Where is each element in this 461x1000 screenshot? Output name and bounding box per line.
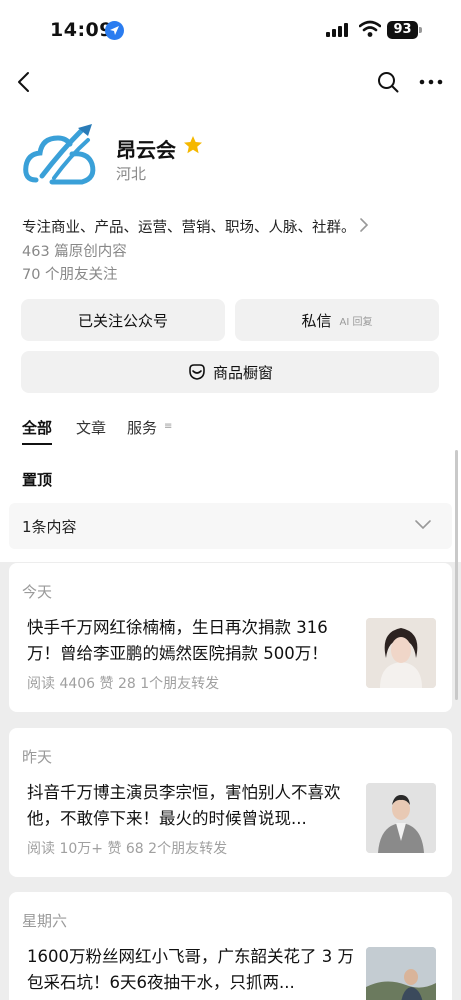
followed-button[interactable]: 已关注公众号 (21, 299, 225, 341)
location-icon (105, 21, 124, 40)
shop-icon (189, 364, 205, 380)
account-logo[interactable] (22, 120, 100, 198)
scrollbar[interactable] (455, 450, 458, 700)
chevron-down-icon (415, 520, 431, 530)
account-profile: 昂云会 河北 (22, 120, 442, 200)
article-meta: 阅读 4406 赞 28 1个朋友转发 (27, 676, 220, 692)
tab-all[interactable]: 全部 (22, 417, 52, 438)
back-icon[interactable] (14, 70, 36, 94)
battery-icon: 93 (387, 21, 418, 39)
article-date: 今天 (22, 583, 53, 601)
content-tabs: 全部 文章 服务 ≡ (22, 417, 422, 447)
chevron-right-icon[interactable] (358, 217, 370, 233)
followed-button-label: 已关注公众号 (77, 311, 168, 330)
search-icon[interactable] (376, 70, 400, 94)
menu-lines-icon[interactable]: ≡ (164, 421, 172, 432)
original-count: 463 篇原创内容 (22, 244, 127, 260)
battery-tip (419, 27, 422, 33)
message-button-label: 私信 (301, 311, 332, 330)
tab-articles[interactable]: 文章 (76, 417, 106, 438)
account-name: 昂云会 (116, 138, 176, 162)
account-bio[interactable]: 专注商业、产品、运营、营销、职场、人脉、社群。 (22, 216, 356, 237)
article-meta: 阅读 10万+ 赞 68 2个朋友转发 (27, 841, 228, 857)
article-thumbnail[interactable] (366, 947, 436, 1000)
active-tab-indicator (22, 443, 52, 445)
article-card[interactable]: 昨天 抖音千万博主演员李宗恒，害怕别人不喜欢他，不敢停下来！最火的时候曾说现..… (9, 728, 452, 877)
article-date: 星期六 (22, 912, 68, 930)
star-icon (184, 136, 202, 154)
article-thumbnail[interactable] (366, 618, 436, 688)
pinned-heading: 置顶 (22, 471, 53, 489)
more-icon[interactable] (418, 70, 444, 94)
article-thumbnail[interactable] (366, 783, 436, 853)
article-title[interactable]: 1600万粉丝网红小飞哥，广东韶关花了 3 万包采石坑！6天6夜抽干水，只抓两.… (27, 944, 357, 996)
article-card[interactable]: 星期六 1600万粉丝网红小飞哥，广东韶关花了 3 万包采石坑！6天6夜抽干水，… (9, 892, 452, 1000)
shop-window-button[interactable]: 商品橱窗 (21, 351, 439, 393)
article-title[interactable]: 抖音千万博主演员李宗恒，害怕别人不喜欢他，不敢停下来！最火的时候曾说现... (27, 780, 357, 832)
status-bar: 14:09 93 (0, 0, 461, 58)
pinned-row[interactable]: 1条内容 (9, 503, 452, 549)
shop-window-label: 商品橱窗 (212, 363, 273, 382)
account-region: 河北 (116, 165, 147, 183)
ai-reply-label: AI 回复 (339, 316, 373, 328)
article-card[interactable]: 今天 快手千万网红徐楠楠，生日再次捐款 316 万！曾给李亚鹏的嫣然医院捐款 5… (9, 563, 452, 712)
tab-services[interactable]: 服务 (127, 417, 157, 438)
nav-bar (0, 60, 461, 104)
article-date: 昨天 (22, 748, 53, 766)
article-title[interactable]: 快手千万网红徐楠楠，生日再次捐款 316 万！曾给李亚鹏的嫣然医院捐款 500万… (27, 615, 357, 667)
cellular-signal-icon (326, 23, 350, 37)
message-button[interactable]: 私信 AI 回复 (235, 299, 439, 341)
status-time: 14:09 (50, 19, 113, 41)
friends-following[interactable]: 70 个朋友关注 (22, 263, 118, 284)
wifi-icon (359, 20, 381, 37)
pinned-content: 1条内容 (22, 518, 77, 536)
